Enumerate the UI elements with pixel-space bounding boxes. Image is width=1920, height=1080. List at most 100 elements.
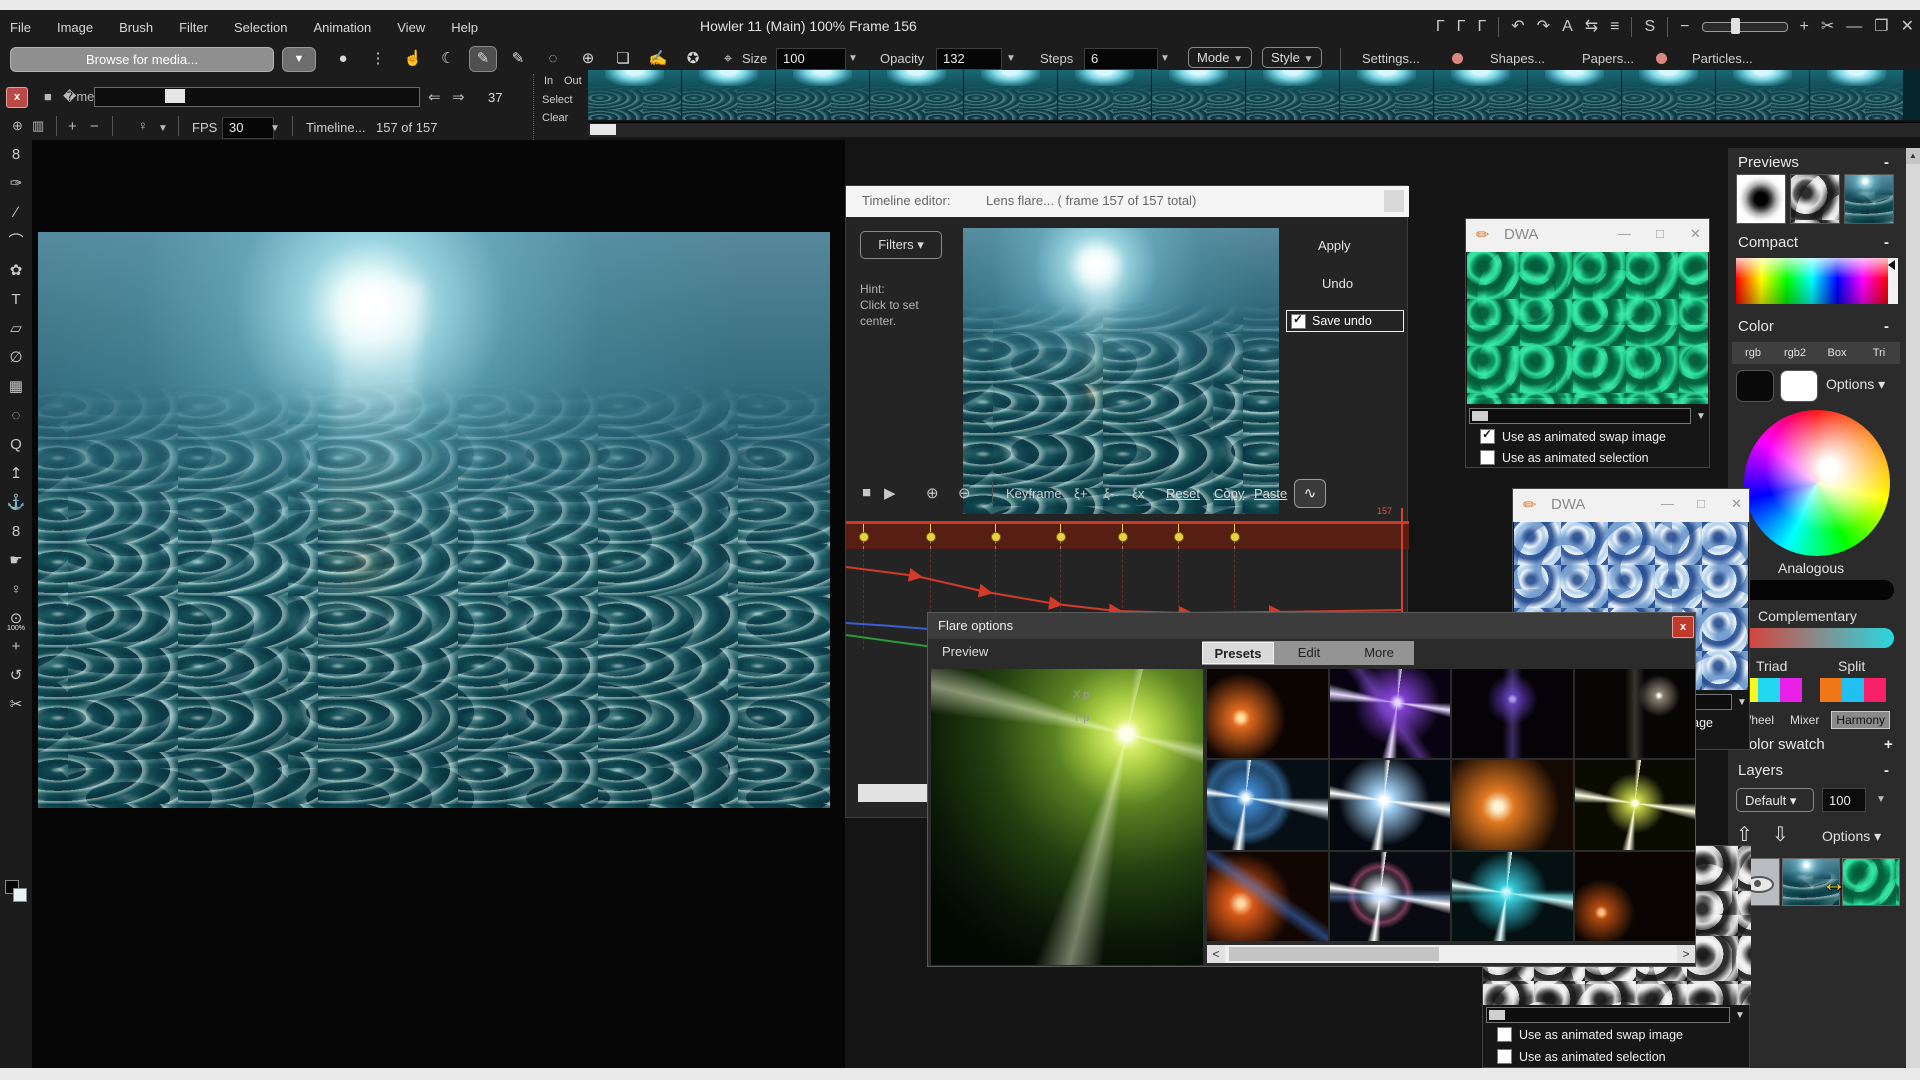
dwa-selection-option[interactable]: Use as animated selection (1497, 1049, 1666, 1064)
steps-value[interactable]: 6 (1084, 48, 1158, 70)
minimize-icon[interactable]: — (1846, 19, 1862, 35)
reset-link[interactable]: Reset (1166, 486, 1200, 501)
keyframe-remove-button[interactable]: ξ- (1104, 486, 1114, 501)
papers-button[interactable]: Papers... (1582, 51, 1634, 66)
stop-icon[interactable]: ■ (44, 89, 52, 104)
compact-color-picker[interactable] (1736, 258, 1888, 304)
close-icon[interactable]: ✕ (1690, 226, 1701, 242)
size-value[interactable]: 100 (776, 48, 846, 70)
zoom-slider-handle[interactable] (1731, 18, 1740, 34)
flare-preset-cyan-star[interactable] (1452, 852, 1573, 941)
capsule-icon[interactable]: ⋮ (365, 47, 391, 71)
analogous-bar[interactable] (1738, 580, 1894, 600)
fps-dropdown-icon[interactable]: ▼ (270, 123, 280, 134)
scroll-left-icon[interactable]: < (1207, 945, 1225, 963)
triad-swatch[interactable] (1758, 678, 1780, 702)
dwa-selection-checkbox[interactable] (1497, 1049, 1512, 1064)
pin-dropdown-icon[interactable]: ▼ (158, 123, 168, 134)
filmstrip-frame[interactable] (682, 70, 776, 120)
filmstrip-scroll-handle[interactable] (590, 124, 616, 135)
zoom-out-icon[interactable]: − (1680, 19, 1689, 35)
timeline-editor-corner-button[interactable] (1384, 190, 1404, 212)
paper-preview[interactable] (1790, 174, 1840, 224)
menu-item-view[interactable]: View (397, 20, 425, 35)
menu-item-image[interactable]: Image (57, 20, 93, 35)
layer-up-icon[interactable]: ⇧ (1736, 822, 1753, 847)
dwa-titlebar[interactable]: ✏ DWA — □ ✕ (1466, 219, 1709, 252)
flare-preset-blue-ghosts[interactable] (1207, 760, 1328, 849)
split-swatch[interactable] (1820, 678, 1842, 702)
tl-play-icon[interactable]: ▶ (884, 484, 896, 502)
menu-item-selection[interactable]: Selection (234, 20, 287, 35)
keyframe-clear-button[interactable]: ξx (1132, 486, 1144, 501)
clip-select-button[interactable]: Select (542, 94, 573, 106)
flare-preset-green-star[interactable] (1575, 760, 1696, 849)
tool-history-icon[interactable]: ↺ (0, 661, 32, 690)
shapes-button[interactable]: Shapes... (1490, 51, 1545, 66)
dwa-swap-option[interactable]: Use as animated swap image (1480, 429, 1666, 444)
fg-bg-swatches[interactable] (5, 880, 27, 902)
filmstrip-frame[interactable] (1622, 70, 1716, 120)
keyframe-marker[interactable] (991, 532, 1001, 542)
spray-c-icon[interactable]: Γ (1477, 19, 1486, 35)
keyframe-marker[interactable] (1118, 532, 1128, 542)
frame-slider-handle[interactable] (165, 89, 185, 103)
animation-filmstrip[interactable] (588, 70, 1920, 120)
crescent-icon[interactable]: ☾ (435, 47, 461, 71)
dialog-button-fragment[interactable] (858, 784, 932, 802)
undo-icon[interactable]: ↶ (1511, 19, 1524, 35)
frame-jump-value[interactable]: 37 (488, 90, 502, 105)
apply-button[interactable]: Apply (1318, 238, 1351, 253)
zoom-in-icon[interactable]: + (1800, 19, 1809, 35)
flare-preset-ember-dot[interactable] (1575, 852, 1696, 941)
keyframe-add-button[interactable]: ξ+ (1074, 486, 1087, 501)
settings-button[interactable]: Settings... (1362, 51, 1420, 66)
next-frame-icon[interactable]: ⇒ (452, 88, 465, 106)
doc-pen-icon[interactable]: ✍ (645, 47, 671, 71)
tl-zoom-in-icon[interactable]: ⊕ (926, 484, 939, 502)
dwa-scrollbar[interactable] (1469, 408, 1691, 424)
knife-icon[interactable]: ✂ (1821, 19, 1834, 35)
canvas-image[interactable] (38, 232, 830, 808)
filmstrip-frame[interactable] (1152, 70, 1246, 120)
layer-swap-thumbnail[interactable] (1842, 858, 1900, 906)
menu-item-animation[interactable]: Animation (313, 20, 371, 35)
tool-ellipse-select-icon[interactable]: ◌ (0, 401, 32, 430)
filmstrip-frame[interactable] (1246, 70, 1340, 120)
target-icon[interactable]: ⊕ (575, 47, 601, 71)
frame-slider[interactable] (94, 87, 420, 107)
tool-crosshair-icon[interactable]: + (0, 632, 32, 661)
dwa-selection-checkbox[interactable] (1480, 450, 1495, 465)
image-preview[interactable] (1844, 174, 1894, 224)
dwa-swap-checkbox[interactable] (1480, 429, 1495, 444)
complementary-bar[interactable] (1738, 628, 1894, 648)
list-icon[interactable]: ≡ (1610, 19, 1619, 35)
dot-icon[interactable]: ● (330, 47, 356, 71)
tool-symmetry-icon[interactable]: 8 (0, 140, 32, 169)
flare-preset-dim-star[interactable] (1575, 669, 1696, 758)
color-options-button[interactable]: Options ▾ (1826, 376, 1885, 393)
dwa-dropdown-icon[interactable]: ▼ (1735, 1010, 1745, 1021)
tl-zoom-out-icon[interactable]: ⊖ (958, 484, 971, 502)
opacity-value[interactable]: 132 (936, 48, 1002, 70)
keyframe-track[interactable] (846, 521, 1409, 549)
filmstrip-frame[interactable] (1434, 70, 1528, 120)
harmony-tab-harmony[interactable]: Harmony (1831, 711, 1890, 729)
pencil-active-icon[interactable]: ✎ (470, 47, 496, 71)
crosshair-icon[interactable]: ⌖ (715, 47, 741, 71)
scroll-up-icon[interactable]: ▲ (1906, 148, 1920, 164)
filmstrip-frame[interactable] (1716, 70, 1810, 120)
dwa-swap-option[interactable]: Use as animated swap image (1497, 1027, 1683, 1042)
mode-button[interactable]: Mode ▼ (1188, 47, 1252, 68)
tool-line-icon[interactable]: ∕ (0, 198, 32, 227)
dwa-swap-checkbox[interactable] (1497, 1027, 1512, 1042)
harmony-tab-mixer[interactable]: Mixer (1786, 712, 1823, 728)
brush-tip-preview[interactable] (1736, 174, 1786, 224)
spray-b-icon[interactable]: Γ (1457, 19, 1466, 35)
clip-out-button[interactable]: Out (564, 75, 582, 87)
sidebar-scrollbar[interactable]: ▲ (1906, 148, 1920, 1068)
layers-collapse-icon[interactable]: - (1884, 762, 1889, 779)
color-swatch-add-icon[interactable]: + (1884, 736, 1893, 753)
undo-button[interactable]: Undo (1322, 276, 1353, 291)
steps-dropdown-icon[interactable]: ▼ (1160, 53, 1170, 64)
